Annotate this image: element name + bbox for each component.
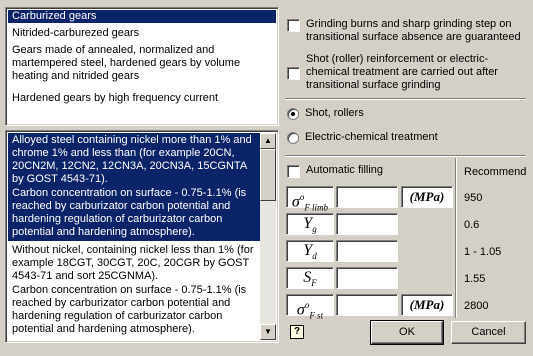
separator [285,155,526,157]
gear-type-hf-hardened[interactable]: Hardened gears by high frequency current [8,92,276,105]
grinding-burns-label: Grinding burns and sharp grinding step o… [306,18,521,43]
steel-item-carbon: Carbon concentration on surface - 0.75-1… [12,187,247,238]
param-symbol-sigma-flimb: σoF limb [286,186,334,213]
steel-item-description: Without nickel, containing nickel less t… [12,244,254,282]
scroll-thumb[interactable] [260,149,276,201]
automatic-filling-option[interactable]: Automatic filling [287,164,383,178]
gear-type-nitrided-carburized[interactable]: Nitrided-carburezed gears [8,27,276,40]
steel-type-list[interactable]: Alloyed steel containing nickel more tha… [5,130,279,343]
sigma-fst-input[interactable] [336,294,398,316]
sigma-fst-recommend: 2800 [464,300,489,312]
shot-rollers-radio[interactable] [287,108,299,120]
steel-item-carbon: Carbon concentration on surface - 0.75-1… [12,284,247,335]
yd-input[interactable] [336,240,398,262]
gear-type-annealed[interactable]: Gears made of annealed, normalized and m… [8,44,276,83]
param-symbol-sf: SF [286,267,334,289]
sigma-fst-unit: (MPa) [401,294,453,316]
separator [285,98,526,100]
ok-button[interactable]: OK [370,320,444,345]
param-symbol-yg: Yg [286,213,334,235]
steel-item-description: Alloyed steel containing nickel more tha… [12,134,252,185]
cancel-button[interactable]: Cancel [451,321,526,344]
steel-item-nickel-under-1[interactable]: Without nickel, containing nickel less t… [8,243,262,338]
grinding-burns-checkbox[interactable] [287,19,300,32]
shot-reinforcement-label: Shot (roller) reinforcement or electric-… [306,53,498,91]
sf-input[interactable] [336,267,398,289]
param-symbol-sigma-fst: σoF st [286,294,334,321]
shot-rollers-label: Shot, rollers [305,107,364,119]
automatic-filling-checkbox[interactable] [287,165,300,178]
steel-item-nickel-over-1[interactable]: Alloyed steel containing nickel more tha… [8,133,262,241]
separator-vertical [455,158,457,318]
scroll-down-icon[interactable]: ▼ [260,324,276,340]
yg-input[interactable] [336,213,398,235]
yg-recommend: 0.6 [464,219,480,231]
help-icon[interactable]: ? [290,325,304,339]
recommend-header: Recommend [464,166,527,178]
automatic-filling-label: Automatic filling [306,164,384,176]
param-symbol-yd: Yd [286,240,334,262]
sigma-flimb-unit: (MPa) [401,186,453,208]
electric-chemical-radio[interactable] [287,132,299,144]
gear-type-list[interactable]: Carburized gears Nitrided-carburezed gea… [5,7,279,126]
electric-chemical-option[interactable]: Electric-chemical treatment [287,131,438,144]
steel-list-scrollbar[interactable]: ▲ ▼ [260,133,276,340]
shot-rollers-option[interactable]: Shot, rollers [287,107,364,120]
gear-type-carburized[interactable]: Carburized gears [8,10,276,23]
grinding-burns-option[interactable]: Grinding burns and sharp grinding step o… [287,18,527,44]
scroll-up-icon[interactable]: ▲ [260,133,276,149]
sigma-flimb-input[interactable] [336,186,398,208]
sigma-flimb-recommend: 950 [464,192,483,204]
shot-reinforcement-checkbox[interactable] [287,67,300,80]
yd-recommend: 1 - 1.05 [464,246,502,258]
sf-recommend: 1.55 [464,273,486,285]
electric-chemical-label: Electric-chemical treatment [305,131,438,143]
shot-reinforcement-option[interactable]: Shot (roller) reinforcement or electric-… [287,53,527,92]
